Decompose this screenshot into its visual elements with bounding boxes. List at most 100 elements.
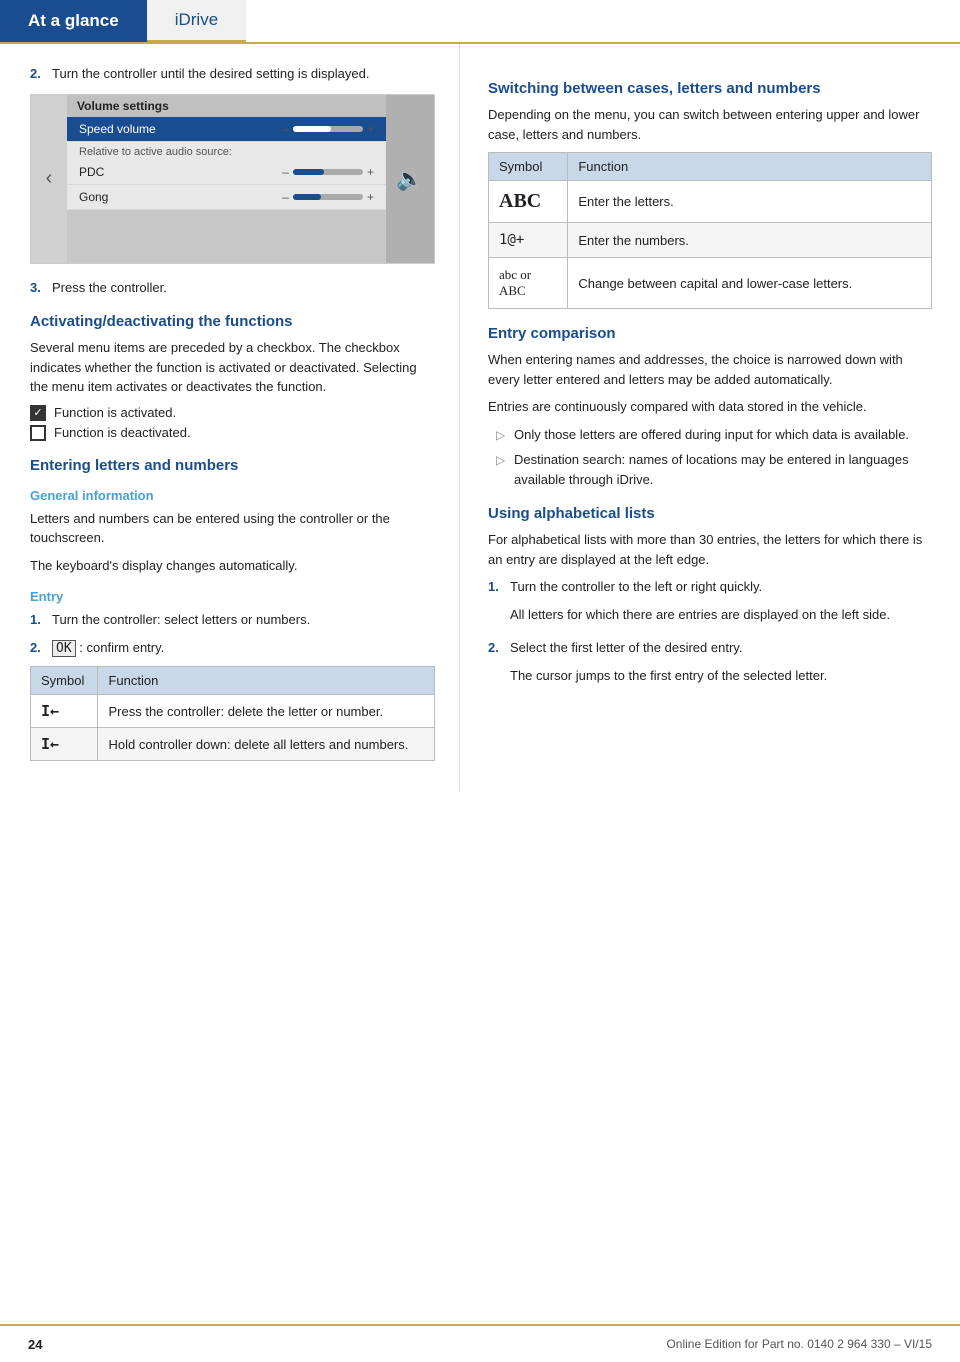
bullet-arrow-2: ▷ [496,451,514,489]
volume-settings-title: Volume settings [67,95,386,117]
speed-plus: + [367,122,374,136]
entry-step-2-text: OK : confirm entry. [52,638,435,659]
speed-volume-slider-area: – + [282,122,374,136]
entry-step-2-number: 2. [30,638,52,659]
table-function-2: Hold controller down: delete all letters… [98,728,435,761]
pdc-slider[interactable] [293,169,363,175]
gong-slider[interactable] [293,194,363,200]
entering-section-heading: Entering letters and numbers [30,457,435,474]
edition-text: Online Edition for Part no. 0140 2 964 3… [666,1337,932,1351]
checkbox-deactivated-row: Function is deactivated. [30,425,435,441]
pdc-plus: + [367,165,374,179]
checkbox-deactivated-label: Function is deactivated. [54,425,191,440]
entry-comparison-text2: Entries are continuously compared with d… [488,397,932,417]
delete-symbol-1: I← [41,702,59,720]
page-number: 24 [28,1337,42,1352]
ok-symbol: OK [52,640,76,657]
alpha-text: For alphabetical lists with more than 30… [488,530,932,569]
switching-text: Depending on the menu, you can switch be… [488,105,932,144]
alpha-step-1-number: 1. [488,577,510,630]
table-row: ABC Enter the letters. [489,181,932,223]
right-symbol-3: abc orABC [489,258,568,309]
entry-step-2: 2. OK : confirm entry. [30,638,435,659]
pdc-label: PDC [79,165,282,179]
right-symbol-2: 1@+ [489,223,568,258]
gong-label: Gong [79,190,282,204]
tab-at-a-glance-label: At a glance [28,11,119,31]
speaker-icon-area: 🔉 [386,95,434,263]
footer: 24 Online Edition for Part no. 0140 2 96… [0,1324,960,1362]
activating-section-heading: Activating/deactivating the functions [30,313,435,330]
gong-row[interactable]: Gong – + [67,185,386,210]
speaker-icon: 🔉 [396,166,423,192]
entry-step-1-number: 1. [30,610,52,630]
step-3: 3. Press the controller. [30,278,435,298]
left-arrow-button[interactable]: ‹ [31,95,67,263]
checkbox-checked-icon: ✓ [30,405,46,421]
pdc-slider-area: – + [282,165,374,179]
speed-volume-fill [293,126,332,132]
gong-fill [293,194,321,200]
right-symbol-table: Symbol Function ABC Enter the letters. 1… [488,152,932,309]
step-2: 2. Turn the controller until the desired… [30,64,435,84]
pdc-row[interactable]: PDC – + [67,160,386,185]
alpha-step-1-sub: All letters for which there are entries … [510,605,932,625]
tab-at-a-glance[interactable]: At a glance [0,0,147,42]
right-table-col2-header: Function [568,153,932,181]
alpha-step-2-sub: The cursor jumps to the first entry of t… [510,666,932,686]
table-row: I← Press the controller: delete the lett… [31,695,435,728]
bullet-text-1: Only those letters are offered during in… [514,425,909,445]
delete-symbol-2: I← [41,735,59,753]
alpha-step-2-number: 2. [488,638,510,691]
pdc-minus: – [282,165,289,179]
bullet-arrow-1: ▷ [496,426,514,445]
table-symbol-2: I← [31,728,98,761]
gong-plus: + [367,190,374,204]
speed-volume-label: Speed volume [79,122,282,136]
right-column: Switching between cases, letters and num… [460,44,960,791]
general-info-subheading: General information [30,488,435,503]
abc-symbol: ABC [499,190,541,212]
right-symbol-1: ABC [489,181,568,223]
alpha-step-1: 1. Turn the controller to the left or ri… [488,577,932,630]
right-function-1: Enter the letters. [568,181,932,223]
entry-step-1-text: Turn the controller: select letters or n… [52,610,435,630]
entry-step-1: 1. Turn the controller: select letters o… [30,610,435,630]
step-2-number: 2. [30,64,52,84]
table-row: abc orABC Change between capital and low… [489,258,932,309]
step-2-text: Turn the controller until the desired se… [52,64,435,84]
tab-idrive[interactable]: iDrive [147,0,246,42]
speed-volume-slider[interactable] [293,126,363,132]
alpha-step-1-content: Turn the controller to the left or right… [510,577,932,630]
left-symbol-table: Symbol Function I← Press the controller:… [30,666,435,761]
alpha-lists-heading: Using alphabetical lists [488,505,932,522]
volume-settings-area: Volume settings Speed volume – + Relativ… [67,95,386,263]
bullet-item-1: ▷ Only those letters are offered during … [488,425,932,445]
table-function-1: Press the controller: delete the letter … [98,695,435,728]
pdc-fill [293,169,325,175]
main-content: 2. Turn the controller until the desired… [0,44,960,791]
general-text1: Letters and numbers can be entered using… [30,509,435,548]
relative-label: Relative to active audio source: [67,142,386,160]
table-row: 1@+ Enter the numbers. [489,223,932,258]
gong-slider-area: – + [282,190,374,204]
bullet-item-2: ▷ Destination search: names of locations… [488,450,932,489]
tab-idrive-label: iDrive [175,10,218,30]
general-text2: The keyboard's display changes automatic… [30,556,435,576]
entry-comparison-text1: When entering names and addresses, the c… [488,350,932,389]
table-col1-header: Symbol [31,667,98,695]
table-symbol-1: I← [31,695,98,728]
switching-section-heading: Switching between cases, letters and num… [488,80,932,97]
activating-text: Several menu items are preceded by a che… [30,338,435,397]
entry-subheading: Entry [30,589,435,604]
alpha-step-1-text: Turn the controller to the left or right… [510,577,932,597]
speed-volume-row[interactable]: Speed volume – + [67,117,386,142]
nums-symbol: 1@+ [499,232,524,248]
right-table-col1-header: Symbol [489,153,568,181]
small-abc-symbol: abc orABC [499,267,531,298]
left-column: 2. Turn the controller until the desired… [0,44,460,791]
entry-comparison-heading: Entry comparison [488,325,932,342]
gong-minus: – [282,190,289,204]
speed-minus: – [282,122,289,136]
alpha-step-2: 2. Select the first letter of the desire… [488,638,932,691]
